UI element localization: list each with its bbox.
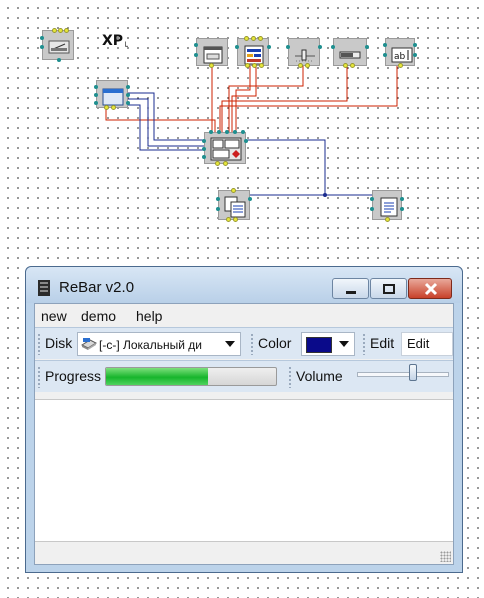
statusbar-node[interactable]	[370, 190, 404, 222]
disk-label: Disk	[45, 335, 73, 351]
xp-manifest-icon[interactable]: XP└	[102, 33, 128, 51]
disk-combo-value: [-c-] Локальный ди	[99, 338, 202, 352]
form-node[interactable]	[194, 38, 228, 68]
menu-item-help[interactable]: help	[136, 308, 162, 324]
disk-combo[interactable]: [-c-] Локальный ди	[77, 332, 241, 356]
progress-fill	[106, 368, 208, 385]
memo-node[interactable]	[216, 188, 252, 222]
progress-label: Progress	[45, 368, 102, 384]
band-grip[interactable]	[289, 366, 291, 388]
rebar-window: ReBar v2.0 new demo help Disk [-c-] Лока…	[25, 266, 463, 573]
rebar-node[interactable]	[202, 130, 248, 166]
trackbar-node[interactable]	[286, 38, 322, 68]
window-title: ReBar v2.0	[59, 279, 135, 296]
chevron-down-icon	[339, 341, 349, 347]
band-grip[interactable]	[38, 333, 40, 355]
color-combo[interactable]	[301, 332, 355, 356]
memo-component-icon	[224, 196, 246, 218]
color-swatch	[306, 337, 332, 353]
progress-bar	[105, 367, 277, 386]
volume-slider-track[interactable]	[357, 372, 449, 377]
rebar-row-1: Disk [-c-] Локальный ди Color Edit Edit	[35, 327, 453, 359]
band-grip[interactable]	[251, 333, 253, 355]
memo-area[interactable]	[35, 399, 453, 542]
drive-icon	[81, 338, 97, 350]
progressbar-node[interactable]	[331, 38, 369, 68]
chevron-down-icon	[225, 341, 235, 347]
app-icon	[38, 280, 50, 296]
edit-label: Edit	[370, 335, 395, 351]
menu-bar: new demo help	[35, 304, 453, 326]
menu-node[interactable]	[40, 28, 74, 62]
band-grip[interactable]	[38, 366, 40, 388]
minimize-button[interactable]	[332, 278, 369, 299]
xp-label: XP	[102, 33, 124, 49]
rebar-component-icon	[210, 137, 242, 161]
status-bar	[35, 541, 453, 564]
size-grip[interactable]	[440, 551, 451, 562]
maximize-icon	[383, 284, 395, 294]
xp-sub: └	[123, 42, 128, 51]
title-bar[interactable]: ReBar v2.0	[26, 267, 462, 303]
band-grip[interactable]	[363, 333, 365, 355]
close-button[interactable]	[408, 278, 452, 299]
edit-node[interactable]: ab	[383, 38, 417, 68]
rebar-row-2: Progress Volume	[35, 360, 453, 392]
window-node[interactable]	[94, 80, 130, 110]
client-area: new demo help Disk [-c-] Локальный ди Co…	[34, 303, 454, 565]
maximize-button[interactable]	[370, 278, 407, 299]
close-icon	[424, 282, 438, 296]
statusbar-component-icon	[380, 197, 398, 217]
edit-field[interactable]: Edit	[401, 332, 453, 356]
menu-component-icon	[48, 40, 70, 54]
volume-label: Volume	[296, 368, 343, 384]
menu-item-demo[interactable]: demo	[81, 308, 116, 324]
color-label: Color	[258, 335, 292, 351]
menu-item-new[interactable]: new	[41, 308, 67, 324]
svg-text:ab: ab	[394, 52, 406, 62]
minimize-icon	[346, 291, 356, 294]
disk-combo-node[interactable]	[235, 36, 271, 68]
volume-slider-thumb[interactable]	[408, 364, 417, 381]
